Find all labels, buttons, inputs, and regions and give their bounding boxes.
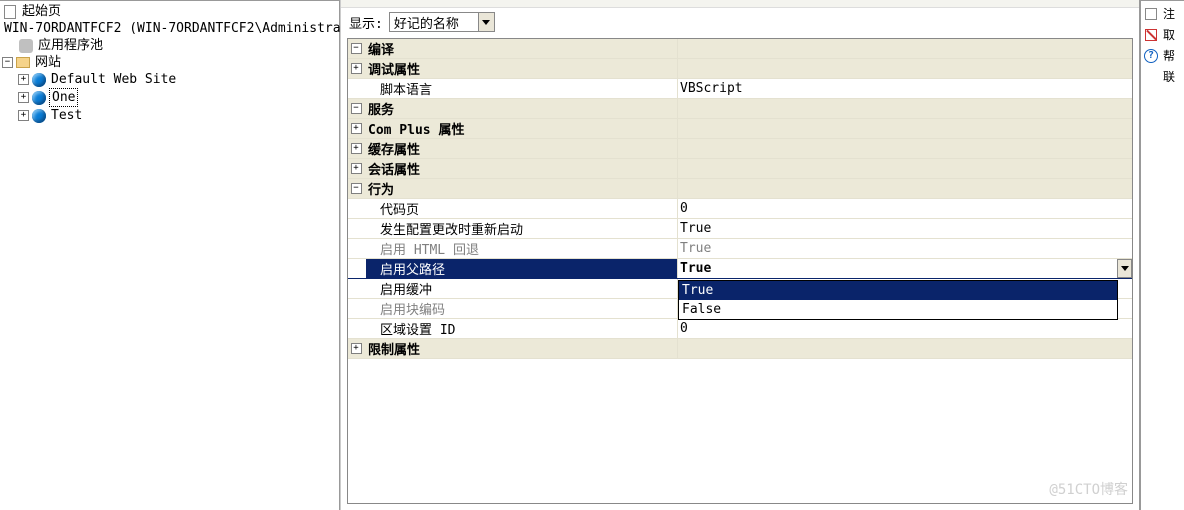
tree-label: WIN-7ORDANTFCF2 (WIN-7ORDANTFCF2\Adminis… (2, 20, 343, 37)
tree-label: Test (49, 107, 84, 124)
collapse-icon[interactable]: − (2, 57, 13, 68)
chevron-down-icon (482, 20, 490, 25)
boolean-dropdown[interactable]: True False (678, 280, 1118, 320)
tree-label: 起始页 (20, 3, 63, 20)
category-label: 限制属性 (368, 339, 420, 358)
action-label: 联 (1163, 68, 1175, 85)
property-name: 启用缓冲 (380, 279, 432, 298)
property-value[interactable]: 0 (680, 201, 688, 216)
property-name: 代码页 (380, 199, 419, 218)
gears-icon (18, 38, 34, 54)
property-name: 启用父路径 (380, 259, 445, 278)
property-name: 发生配置更改时重新启动 (380, 219, 523, 238)
grid-category[interactable]: − 服务 (348, 99, 1132, 119)
action-item[interactable]: 注 (1141, 3, 1184, 24)
property-grid[interactable]: − 编译 + 调试属性 脚本语言 VBScript − 服务 + Com Plu… (347, 38, 1133, 504)
tree-label: Default Web Site (49, 71, 178, 88)
tree-label: One (49, 88, 78, 107)
tree-server-node[interactable]: WIN-7ORDANTFCF2 (WIN-7ORDANTFCF2\Adminis… (2, 20, 339, 37)
value-dropdown-button[interactable] (1117, 259, 1132, 278)
category-label: 会话属性 (368, 159, 420, 178)
action-help[interactable]: ? 帮 (1141, 45, 1184, 66)
expand-icon[interactable]: + (18, 92, 29, 103)
display-combo[interactable] (389, 12, 495, 32)
connections-tree[interactable]: 起始页 WIN-7ORDANTFCF2 (WIN-7ORDANTFCF2\Adm… (0, 0, 340, 510)
help-icon: ? (1143, 48, 1159, 64)
category-label: 缓存属性 (368, 139, 420, 158)
expand-icon[interactable]: + (18, 110, 29, 121)
tree-label: 应用程序池 (36, 37, 105, 54)
grid-property-row: 启用 HTML 回退 True (348, 239, 1132, 259)
dropdown-option-false[interactable]: False (679, 300, 1117, 319)
expand-icon[interactable]: + (351, 163, 362, 174)
grid-property-row[interactable]: 脚本语言 VBScript (348, 79, 1132, 99)
tree-app-pools[interactable]: 应用程序池 (2, 37, 339, 54)
expand-icon[interactable]: + (351, 143, 362, 154)
action-label: 取 (1163, 26, 1175, 43)
collapse-icon[interactable]: − (351, 103, 362, 114)
toolbar-strip (341, 0, 1139, 8)
grid-property-row[interactable]: 代码页 0 (348, 199, 1132, 219)
property-name: 启用块编码 (380, 299, 445, 318)
property-name: 脚本语言 (380, 79, 432, 98)
category-label: 服务 (368, 99, 394, 118)
action-cancel[interactable]: 取 (1141, 24, 1184, 45)
display-label: 显示: (349, 13, 383, 32)
category-label: Com Plus 属性 (368, 119, 464, 138)
grid-category[interactable]: + 调试属性 (348, 59, 1132, 79)
grid-category[interactable]: + 限制属性 (348, 339, 1132, 359)
globe-icon (31, 90, 47, 106)
cancel-icon (1143, 27, 1159, 43)
display-filter-row: 显示: (341, 8, 1139, 38)
tree-site-default[interactable]: + Default Web Site (2, 71, 339, 88)
grid-category[interactable]: + Com Plus 属性 (348, 119, 1132, 139)
tree-site-one[interactable]: + One (2, 88, 339, 107)
grid-category[interactable]: − 编译 (348, 39, 1132, 59)
page-icon (2, 4, 18, 20)
expand-icon[interactable]: + (351, 63, 362, 74)
action-item[interactable]: 联 (1141, 66, 1184, 87)
action-label: 注 (1163, 5, 1175, 22)
grid-category[interactable]: + 会话属性 (348, 159, 1132, 179)
tree-site-test[interactable]: + Test (2, 107, 339, 124)
tree-label: 网站 (33, 54, 63, 71)
category-label: 编译 (368, 39, 394, 58)
folder-icon (15, 55, 31, 71)
category-label: 行为 (368, 179, 394, 198)
grid-property-row[interactable]: 发生配置更改时重新启动 True (348, 219, 1132, 239)
display-combo-button[interactable] (479, 12, 495, 32)
grid-property-row[interactable]: 区域设置 ID 0 (348, 319, 1132, 339)
grid-category[interactable]: + 缓存属性 (348, 139, 1132, 159)
tree-sites-node[interactable]: − 网站 (2, 54, 339, 71)
collapse-icon[interactable]: − (351, 183, 362, 194)
expand-icon[interactable]: + (18, 74, 29, 85)
globe-icon (31, 72, 47, 88)
tree-start-page[interactable]: 起始页 (2, 3, 339, 20)
property-value[interactable]: True (680, 261, 711, 276)
actions-panel: 注 取 ? 帮 联 (1140, 0, 1184, 510)
display-combo-input[interactable] (389, 12, 479, 32)
expand-icon[interactable]: + (351, 123, 362, 134)
grid-category[interactable]: − 行为 (348, 179, 1132, 199)
chevron-down-icon (1121, 266, 1129, 271)
globe-icon (31, 108, 47, 124)
action-icon (1143, 69, 1159, 85)
property-value[interactable]: VBScript (680, 81, 743, 96)
watermark-text: @51CTO博客 (1049, 479, 1128, 499)
action-label: 帮 (1163, 47, 1175, 64)
property-name: 启用 HTML 回退 (380, 239, 479, 258)
property-name: 区域设置 ID (380, 319, 455, 338)
property-value: True (680, 241, 711, 256)
dropdown-option-true[interactable]: True (679, 281, 1117, 300)
action-icon (1143, 6, 1159, 22)
property-value[interactable]: True (680, 221, 711, 236)
property-panel: 显示: − 编译 + 调试属性 脚本语言 VBScript − 服务 (340, 0, 1140, 510)
grid-property-row-selected[interactable]: 启用父路径 True (348, 259, 1132, 279)
category-label: 调试属性 (368, 59, 420, 78)
property-value[interactable]: 0 (680, 321, 688, 336)
collapse-icon[interactable]: − (351, 43, 362, 54)
expand-icon[interactable]: + (351, 343, 362, 354)
